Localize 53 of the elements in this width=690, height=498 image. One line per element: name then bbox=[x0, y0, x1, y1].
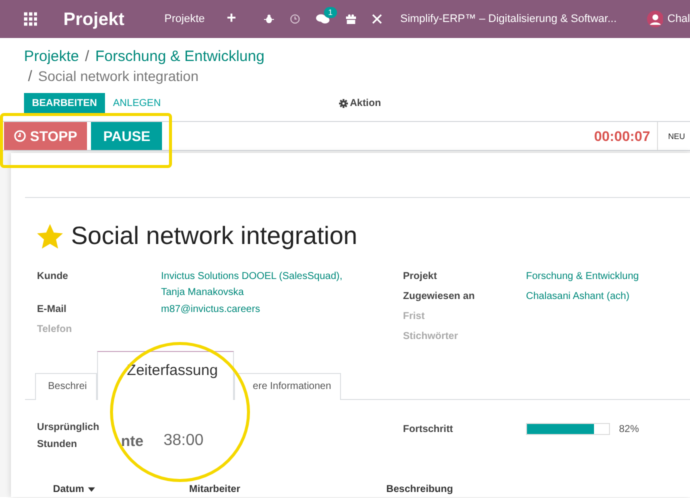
stage-button[interactable]: NEU bbox=[657, 122, 690, 150]
breadcrumb-link[interactable]: Projekte bbox=[24, 48, 80, 65]
pause-button[interactable]: PAUSE bbox=[91, 122, 162, 150]
field-label: Fortschritt bbox=[403, 424, 454, 434]
user-name[interactable]: Chal bbox=[667, 13, 690, 25]
magnified-label: nte bbox=[121, 433, 144, 450]
edit-button[interactable]: BEARBEITEN bbox=[24, 93, 106, 113]
field-label: Kunde bbox=[37, 271, 70, 284]
tools-icon[interactable] bbox=[372, 13, 382, 25]
user-avatar-icon[interactable] bbox=[646, 9, 664, 29]
progress-reading: 82% bbox=[619, 424, 640, 434]
projects-menu[interactable]: Projekte bbox=[164, 13, 205, 25]
breadcrumb-link[interactable]: Forschung & Entwicklung bbox=[95, 48, 264, 65]
message-count-badge: 1 bbox=[324, 7, 337, 18]
field-label: Frist bbox=[403, 311, 426, 324]
field-value-link[interactable]: Invictus Solutions DOOEL (SalesSquad), bbox=[161, 271, 342, 282]
field-label: Ursprünglich bbox=[37, 422, 100, 433]
field-value-link[interactable]: Forschung & Entwicklung bbox=[526, 271, 639, 282]
field-label: Telefon bbox=[37, 324, 73, 337]
bug-icon[interactable] bbox=[264, 13, 274, 25]
breadcrumb-separator: / bbox=[28, 68, 32, 85]
field-label: Zugewiesen an bbox=[403, 291, 476, 304]
timer-display: 00:00:07 bbox=[594, 128, 650, 144]
column-header[interactable]: Beschreibung bbox=[386, 484, 453, 495]
field-label: Stunden bbox=[37, 439, 78, 450]
field-value-link[interactable]: Tanja Manakovska bbox=[161, 287, 342, 298]
sort-caret-icon[interactable] bbox=[88, 487, 96, 492]
tab[interactable]: ere Informationen bbox=[234, 373, 342, 400]
task-title: Social network integration bbox=[71, 222, 358, 251]
column-header[interactable]: Mitarbeiter bbox=[189, 484, 240, 495]
column-header[interactable]: Datum bbox=[53, 484, 84, 495]
star-icon[interactable] bbox=[37, 224, 63, 250]
field-label: Stichwörter bbox=[403, 331, 460, 344]
create-button[interactable]: ANLEGEN bbox=[105, 93, 169, 113]
clock-icon[interactable] bbox=[290, 13, 300, 25]
gear-icon[interactable] bbox=[338, 98, 348, 108]
field-value-link[interactable]: Chalasani Ashant (ach) bbox=[526, 291, 630, 302]
apps-grid-icon[interactable] bbox=[24, 11, 38, 27]
breadcrumb-separator: / bbox=[85, 48, 90, 65]
app-title: Projekt bbox=[63, 8, 124, 30]
planned-hours-value: 38:00 bbox=[164, 432, 204, 450]
clock-icon bbox=[14, 130, 26, 142]
tab[interactable]: Zeiterfassung bbox=[96, 351, 234, 400]
field-label: Projekt bbox=[403, 271, 438, 284]
action-menu[interactable]: Aktion bbox=[350, 98, 381, 108]
tab[interactable]: Beschrei bbox=[35, 373, 97, 400]
company-switcher[interactable]: Simplify-ERP™ – Digitalisierung & Softwar... bbox=[400, 13, 617, 25]
gift-icon[interactable] bbox=[346, 13, 356, 25]
field-label: E-Mail bbox=[37, 304, 68, 317]
field-value-link[interactable]: m87@invictus.careers bbox=[161, 304, 260, 315]
breadcrumb-current: Social network integration bbox=[38, 68, 198, 84]
quick-create-button[interactable]: + bbox=[226, 10, 236, 28]
stop-button[interactable]: STOPP bbox=[4, 122, 88, 150]
